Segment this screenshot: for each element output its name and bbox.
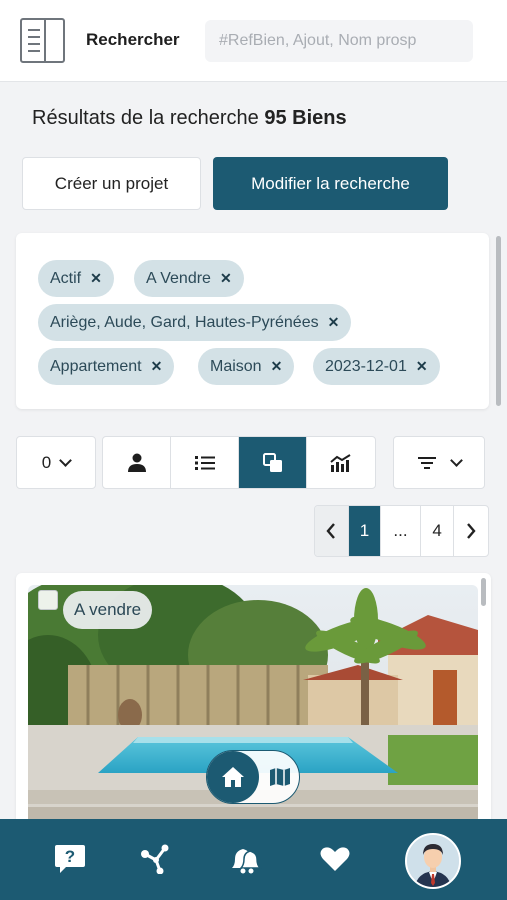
close-icon[interactable]: ✕ bbox=[416, 358, 428, 375]
modify-search-button[interactable]: Modifier la recherche bbox=[213, 157, 448, 210]
results-prefix: Résultats de la recherche bbox=[32, 107, 259, 129]
filters-card: Actif ✕ A Vendre ✕ Ariège, Aude, Gard, Hau… bbox=[16, 233, 489, 409]
close-icon[interactable]: ✕ bbox=[271, 358, 283, 375]
list-icon bbox=[194, 455, 215, 470]
filter-chip[interactable]: 2023-12-01 ✕ bbox=[313, 348, 440, 385]
view-list-button[interactable] bbox=[171, 437, 239, 488]
close-icon[interactable]: ✕ bbox=[151, 358, 163, 375]
view-stats-button[interactable] bbox=[307, 437, 375, 488]
nav-network-button[interactable] bbox=[135, 839, 175, 879]
next-page-button[interactable] bbox=[454, 506, 488, 556]
sort-select[interactable] bbox=[393, 436, 485, 489]
top-bar: Rechercher bbox=[0, 0, 507, 82]
create-project-button[interactable]: Créer un projet bbox=[22, 157, 201, 210]
heart-icon bbox=[320, 847, 350, 871]
select-checkbox[interactable] bbox=[38, 590, 58, 610]
map-icon bbox=[270, 768, 290, 786]
photo-map-toggle[interactable] bbox=[206, 750, 300, 804]
bell-icon bbox=[232, 849, 262, 874]
help-icon: ? bbox=[55, 845, 85, 873]
filters-scrollbar[interactable] bbox=[496, 236, 501, 406]
chevron-down-icon bbox=[59, 453, 73, 467]
cards-icon bbox=[262, 452, 282, 472]
filter-chip[interactable]: Ariège, Aude, Gard, Hautes-Pyrénées ✕ bbox=[38, 304, 352, 341]
list-scrollbar[interactable] bbox=[481, 578, 486, 606]
page-button-current[interactable]: 1 bbox=[348, 506, 382, 556]
view-person-button[interactable] bbox=[103, 437, 171, 488]
filter-chip-label: Actif bbox=[50, 269, 82, 287]
count-select[interactable]: 0 bbox=[16, 436, 96, 489]
nav-favorites-button[interactable] bbox=[315, 839, 355, 879]
book-open-icon[interactable] bbox=[20, 18, 65, 63]
close-icon[interactable]: ✕ bbox=[328, 314, 340, 331]
map-toggle-button[interactable] bbox=[263, 751, 297, 803]
view-mode-group bbox=[102, 436, 376, 489]
nav-help-button[interactable]: ? bbox=[50, 839, 90, 879]
filter-chip-label: Appartement bbox=[50, 357, 142, 375]
svg-text:?: ? bbox=[65, 847, 75, 866]
network-icon bbox=[141, 844, 169, 874]
filter-chip[interactable]: Actif ✕ bbox=[38, 260, 114, 297]
search-input[interactable] bbox=[205, 20, 473, 62]
filter-chip-label: Maison bbox=[210, 357, 262, 375]
pagination: 1 ... 4 bbox=[314, 505, 489, 557]
filter-chip-label: Ariège, Aude, Gard, Hautes-Pyrénées bbox=[50, 313, 319, 331]
view-cards-button[interactable] bbox=[239, 437, 307, 488]
avatar-icon bbox=[407, 835, 459, 887]
stats-chart-icon bbox=[330, 453, 351, 472]
filter-chip[interactable]: Maison ✕ bbox=[198, 348, 295, 385]
filter-chip-label: 2023-12-01 bbox=[325, 357, 407, 375]
person-icon bbox=[127, 453, 146, 472]
prev-page-button[interactable] bbox=[315, 506, 349, 556]
close-icon[interactable]: ✕ bbox=[220, 270, 232, 287]
results-count: 95 Biens bbox=[264, 107, 347, 129]
page-button-last[interactable]: 4 bbox=[421, 506, 455, 556]
count-value: 0 bbox=[41, 452, 52, 472]
avatar[interactable] bbox=[405, 833, 461, 889]
page-ellipsis: ... bbox=[381, 506, 421, 556]
filter-chip[interactable]: Appartement ✕ bbox=[38, 348, 175, 385]
home-icon bbox=[222, 767, 244, 787]
filter-chip-label: A Vendre bbox=[146, 269, 211, 287]
chevron-left-icon bbox=[326, 523, 336, 539]
page-title: Rechercher bbox=[86, 30, 180, 49]
home-toggle-button[interactable] bbox=[207, 751, 259, 803]
results-heading: Résultats de la recherche 95 Biens bbox=[32, 107, 347, 130]
chevron-down-icon bbox=[449, 453, 463, 467]
filter-icon bbox=[417, 456, 436, 469]
chevron-right-icon bbox=[467, 523, 476, 539]
nav-notifications-button[interactable] bbox=[225, 839, 265, 879]
close-icon[interactable]: ✕ bbox=[90, 270, 102, 287]
status-badge: A vendre bbox=[63, 591, 153, 629]
filter-chip[interactable]: A Vendre ✕ bbox=[134, 260, 244, 297]
